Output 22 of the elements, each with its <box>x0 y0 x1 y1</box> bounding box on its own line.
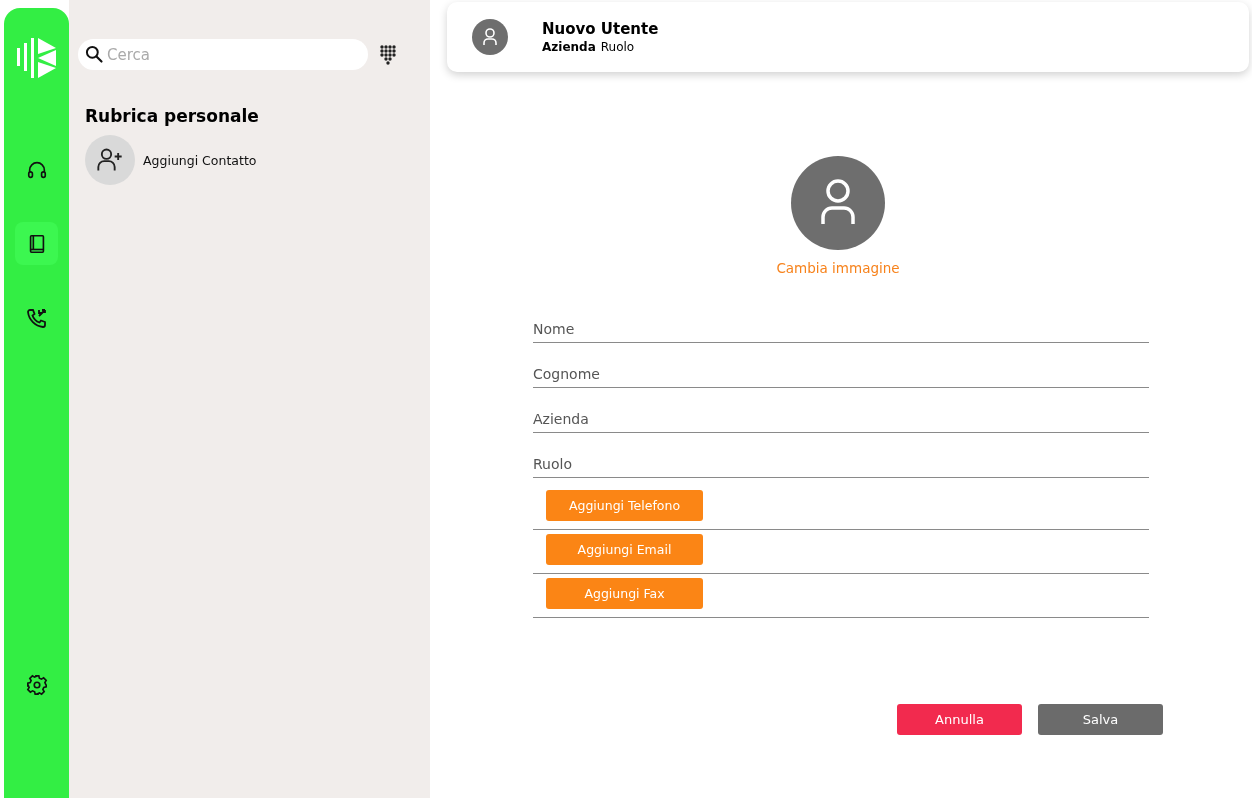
avatar-icon <box>791 156 885 250</box>
company-label: Azienda <box>542 40 596 54</box>
contact-name: Nuovo Utente <box>542 20 659 38</box>
add-button[interactable]: Aggiungi Telefono <box>546 490 703 521</box>
add-person-icon <box>85 135 135 185</box>
text-field[interactable]: Nome <box>533 298 1149 343</box>
keypad-icon[interactable] <box>380 44 396 65</box>
book-icon[interactable] <box>15 222 58 265</box>
cancel-button[interactable]: Annulla <box>897 704 1022 735</box>
change-image-link[interactable]: Cambia immagine <box>776 260 900 276</box>
role-label: Ruolo <box>600 40 635 54</box>
section-title: Rubrica personale <box>85 106 260 126</box>
search-field[interactable]: Cerca <box>78 39 368 70</box>
logo-icon <box>14 36 59 80</box>
add-contact-item[interactable]: Aggiungi Contatto <box>85 135 430 185</box>
add-button[interactable]: Aggiungi Email <box>546 534 703 565</box>
avatar-icon <box>472 19 508 55</box>
text-field[interactable]: Ruolo <box>533 433 1149 478</box>
add-button[interactable]: Aggiungi Fax <box>546 578 703 609</box>
text-field[interactable]: Cognome <box>533 343 1149 388</box>
save-button[interactable]: Salva <box>1038 704 1163 735</box>
text-field[interactable]: Azienda <box>533 388 1149 433</box>
